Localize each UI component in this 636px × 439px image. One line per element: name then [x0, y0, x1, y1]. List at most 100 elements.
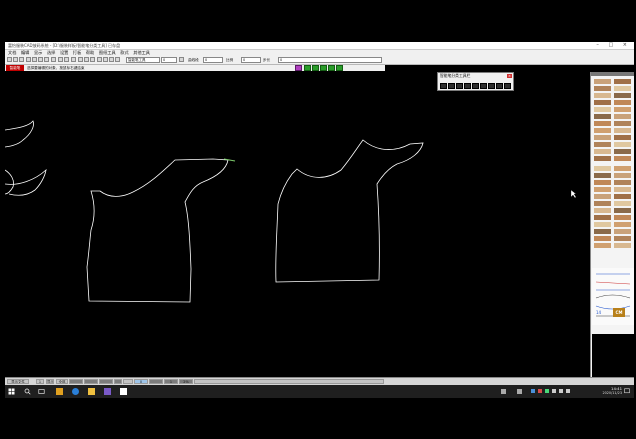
partial-pattern-piece-middle[interactable] [5, 169, 14, 195]
network-icon[interactable] [559, 389, 563, 393]
tool-swatch-icon[interactable] [594, 114, 611, 119]
tool-swatch-icon[interactable] [594, 194, 611, 199]
tool-swatch-icon[interactable] [594, 79, 611, 84]
tool-swatch-icon[interactable] [614, 229, 631, 234]
search-icon[interactable] [24, 388, 31, 395]
tool-swatch-icon[interactable] [614, 121, 631, 126]
notification-icon[interactable] [624, 388, 630, 394]
partial-pattern-piece-lower[interactable] [5, 168, 47, 196]
zoom-in-icon[interactable] [26, 57, 31, 62]
tool-swatch-icon[interactable] [614, 187, 631, 192]
partial-pattern-piece-top[interactable] [5, 120, 34, 148]
tool-swatch-icon[interactable] [614, 180, 631, 185]
tool-swatch-icon[interactable] [614, 107, 631, 112]
status-cell-1[interactable]: 1 [36, 379, 44, 384]
measure-tool-icon[interactable] [504, 83, 511, 89]
status-cell-7[interactable] [114, 379, 122, 384]
step-input[interactable]: 0 [278, 57, 382, 63]
style-select[interactable]: 智能笔工具 [126, 57, 160, 63]
tool-swatch-icon[interactable] [594, 135, 611, 140]
line-snap-icon[interactable] [97, 57, 102, 62]
grid-icon[interactable] [103, 57, 108, 62]
corner-tool-icon[interactable] [456, 83, 463, 89]
print-icon[interactable] [71, 57, 76, 62]
grading-icon[interactable] [84, 57, 89, 62]
mirror-tool-icon[interactable] [488, 83, 495, 89]
scale-input[interactable]: 0 [241, 57, 261, 63]
tool-swatch-icon[interactable] [594, 86, 611, 91]
tool-swatch-icon[interactable] [594, 93, 611, 98]
dart-tool-icon[interactable] [464, 83, 471, 89]
tool-swatch-icon[interactable] [594, 222, 611, 227]
tool-swatch-icon[interactable] [594, 156, 611, 161]
tool-swatch-icon[interactable] [614, 166, 631, 171]
notch-tool-icon[interactable] [480, 83, 487, 89]
status-cell-12[interactable]: 2% [179, 379, 193, 384]
drawing-canvas[interactable] [5, 72, 589, 377]
tool-swatch-icon[interactable] [614, 215, 631, 220]
point-snap-icon[interactable] [90, 57, 95, 62]
layer-icon[interactable] [109, 57, 114, 62]
tray-icon-2[interactable] [517, 389, 522, 394]
tool-swatch-icon[interactable] [614, 156, 631, 161]
status-cell-10[interactable] [149, 379, 163, 384]
dropdown-icon[interactable] [179, 57, 184, 62]
line-tool-icon[interactable] [440, 83, 447, 89]
status-cell-6[interactable] [99, 379, 113, 384]
panel-close-button[interactable]: × [507, 74, 512, 78]
task-view-icon[interactable] [38, 388, 45, 395]
tool-swatch-icon[interactable] [594, 201, 611, 206]
bodice-pattern-piece-2[interactable] [275, 139, 424, 283]
status-cell-8[interactable] [123, 379, 133, 384]
undo-icon[interactable] [58, 57, 63, 62]
app-icon-white[interactable] [120, 388, 127, 395]
window-controls[interactable]: – □ × [596, 42, 631, 49]
curve-tool-icon[interactable] [328, 65, 335, 71]
tool-swatch-icon[interactable] [594, 229, 611, 234]
tray-icon-3[interactable] [531, 389, 535, 393]
tool-swatch-icon[interactable] [614, 201, 631, 206]
tray-icon-5[interactable] [545, 389, 549, 393]
status-cell-11[interactable]: 1 [164, 379, 178, 384]
volume-icon[interactable] [552, 389, 556, 393]
tool-swatch-icon[interactable] [594, 187, 611, 192]
open-file-icon[interactable] [13, 57, 18, 62]
tray-icon-4[interactable] [538, 389, 542, 393]
tray-icon-1[interactable] [501, 389, 506, 394]
bodice-pattern-piece-1[interactable] [86, 158, 229, 303]
arc-tool-icon[interactable] [320, 65, 327, 71]
new-file-icon[interactable] [7, 57, 12, 62]
tool-swatch-icon[interactable] [614, 208, 631, 213]
tool-swatch-icon[interactable] [614, 93, 631, 98]
rotate-tool-icon[interactable] [496, 83, 503, 89]
tool-swatch-icon[interactable] [594, 236, 611, 241]
status-cell-5[interactable] [84, 379, 98, 384]
zoom-window-icon[interactable] [51, 57, 56, 62]
tool-swatch-icon[interactable] [614, 243, 631, 248]
tool-swatch-icon[interactable] [614, 114, 631, 119]
status-display-file[interactable]: 显示文件 [7, 379, 29, 384]
ime-icon[interactable] [566, 389, 570, 393]
status-cell-9[interactable]: 0 [134, 379, 148, 384]
tool-swatch-icon[interactable] [594, 121, 611, 126]
redo-icon[interactable] [64, 57, 69, 62]
tool-swatch-icon[interactable] [594, 107, 611, 112]
tool-swatch-icon[interactable] [594, 215, 611, 220]
tool-swatch-icon[interactable] [594, 128, 611, 133]
tool-swatch-icon[interactable] [614, 236, 631, 241]
browser-icon[interactable] [72, 388, 79, 395]
windows-start-icon[interactable] [8, 388, 15, 395]
line-tool-icon[interactable] [312, 65, 319, 71]
save-file-icon[interactable] [19, 57, 24, 62]
tool-swatch-icon[interactable] [614, 86, 631, 91]
tool-swatch-icon[interactable] [594, 166, 611, 171]
status-cell-2[interactable]: 显示 [46, 379, 54, 384]
ruler-icon[interactable] [78, 57, 83, 62]
point-tool-icon[interactable] [304, 65, 311, 71]
tool-swatch-icon[interactable] [614, 128, 631, 133]
tool-swatch-icon[interactable] [614, 222, 631, 227]
folder-icon[interactable] [88, 388, 95, 395]
zoom-fit-icon[interactable] [38, 57, 43, 62]
tool-swatch-icon[interactable] [614, 142, 631, 147]
tool-swatch-icon[interactable] [594, 243, 611, 248]
